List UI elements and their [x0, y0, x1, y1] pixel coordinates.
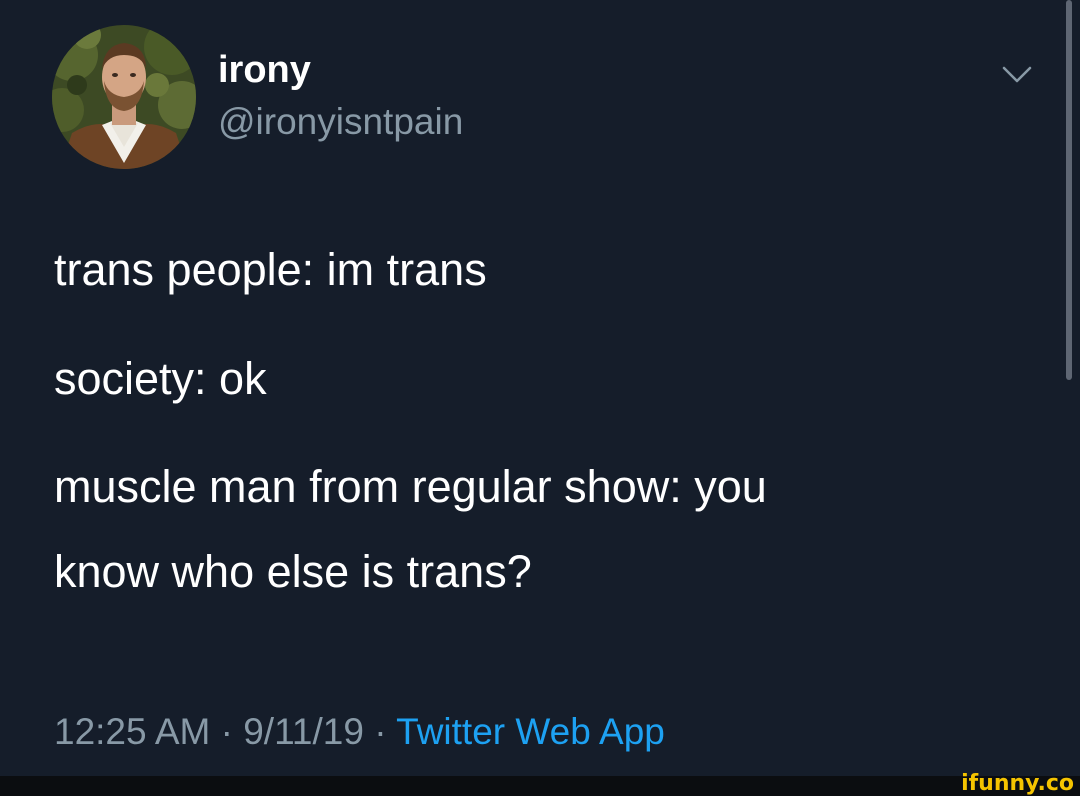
author-display-name[interactable]: irony — [218, 48, 311, 92]
avatar-photo-icon — [52, 25, 196, 169]
meta-separator: · — [363, 711, 397, 752]
tweet-time[interactable]: 12:25 AM — [54, 711, 210, 752]
meta-separator: · — [210, 711, 244, 752]
tweet-metadata: 12:25 AM · 9/11/19 · Twitter Web App — [54, 710, 665, 754]
ifunny-watermark: ifunny.co — [961, 771, 1074, 796]
tweet-text-line: muscle man from regular show: you — [54, 461, 767, 512]
avatar[interactable] — [52, 25, 196, 169]
tweet-text-line: trans people: im trans — [54, 244, 487, 295]
author-handle[interactable]: @ironyisntpain — [218, 100, 463, 144]
scrollbar[interactable] — [1066, 0, 1072, 380]
chevron-down-icon[interactable] — [1000, 62, 1034, 88]
watermark-bar — [0, 776, 1080, 796]
tweet-card: irony @ironyisntpain trans people: im tr… — [0, 0, 1080, 776]
tweet-source-link[interactable]: Twitter Web App — [396, 711, 665, 752]
tweet-text-line: society: ok — [54, 353, 267, 404]
tweet-text-line: know who else is trans? — [54, 546, 532, 597]
tweet-date[interactable]: 9/11/19 — [243, 711, 364, 752]
